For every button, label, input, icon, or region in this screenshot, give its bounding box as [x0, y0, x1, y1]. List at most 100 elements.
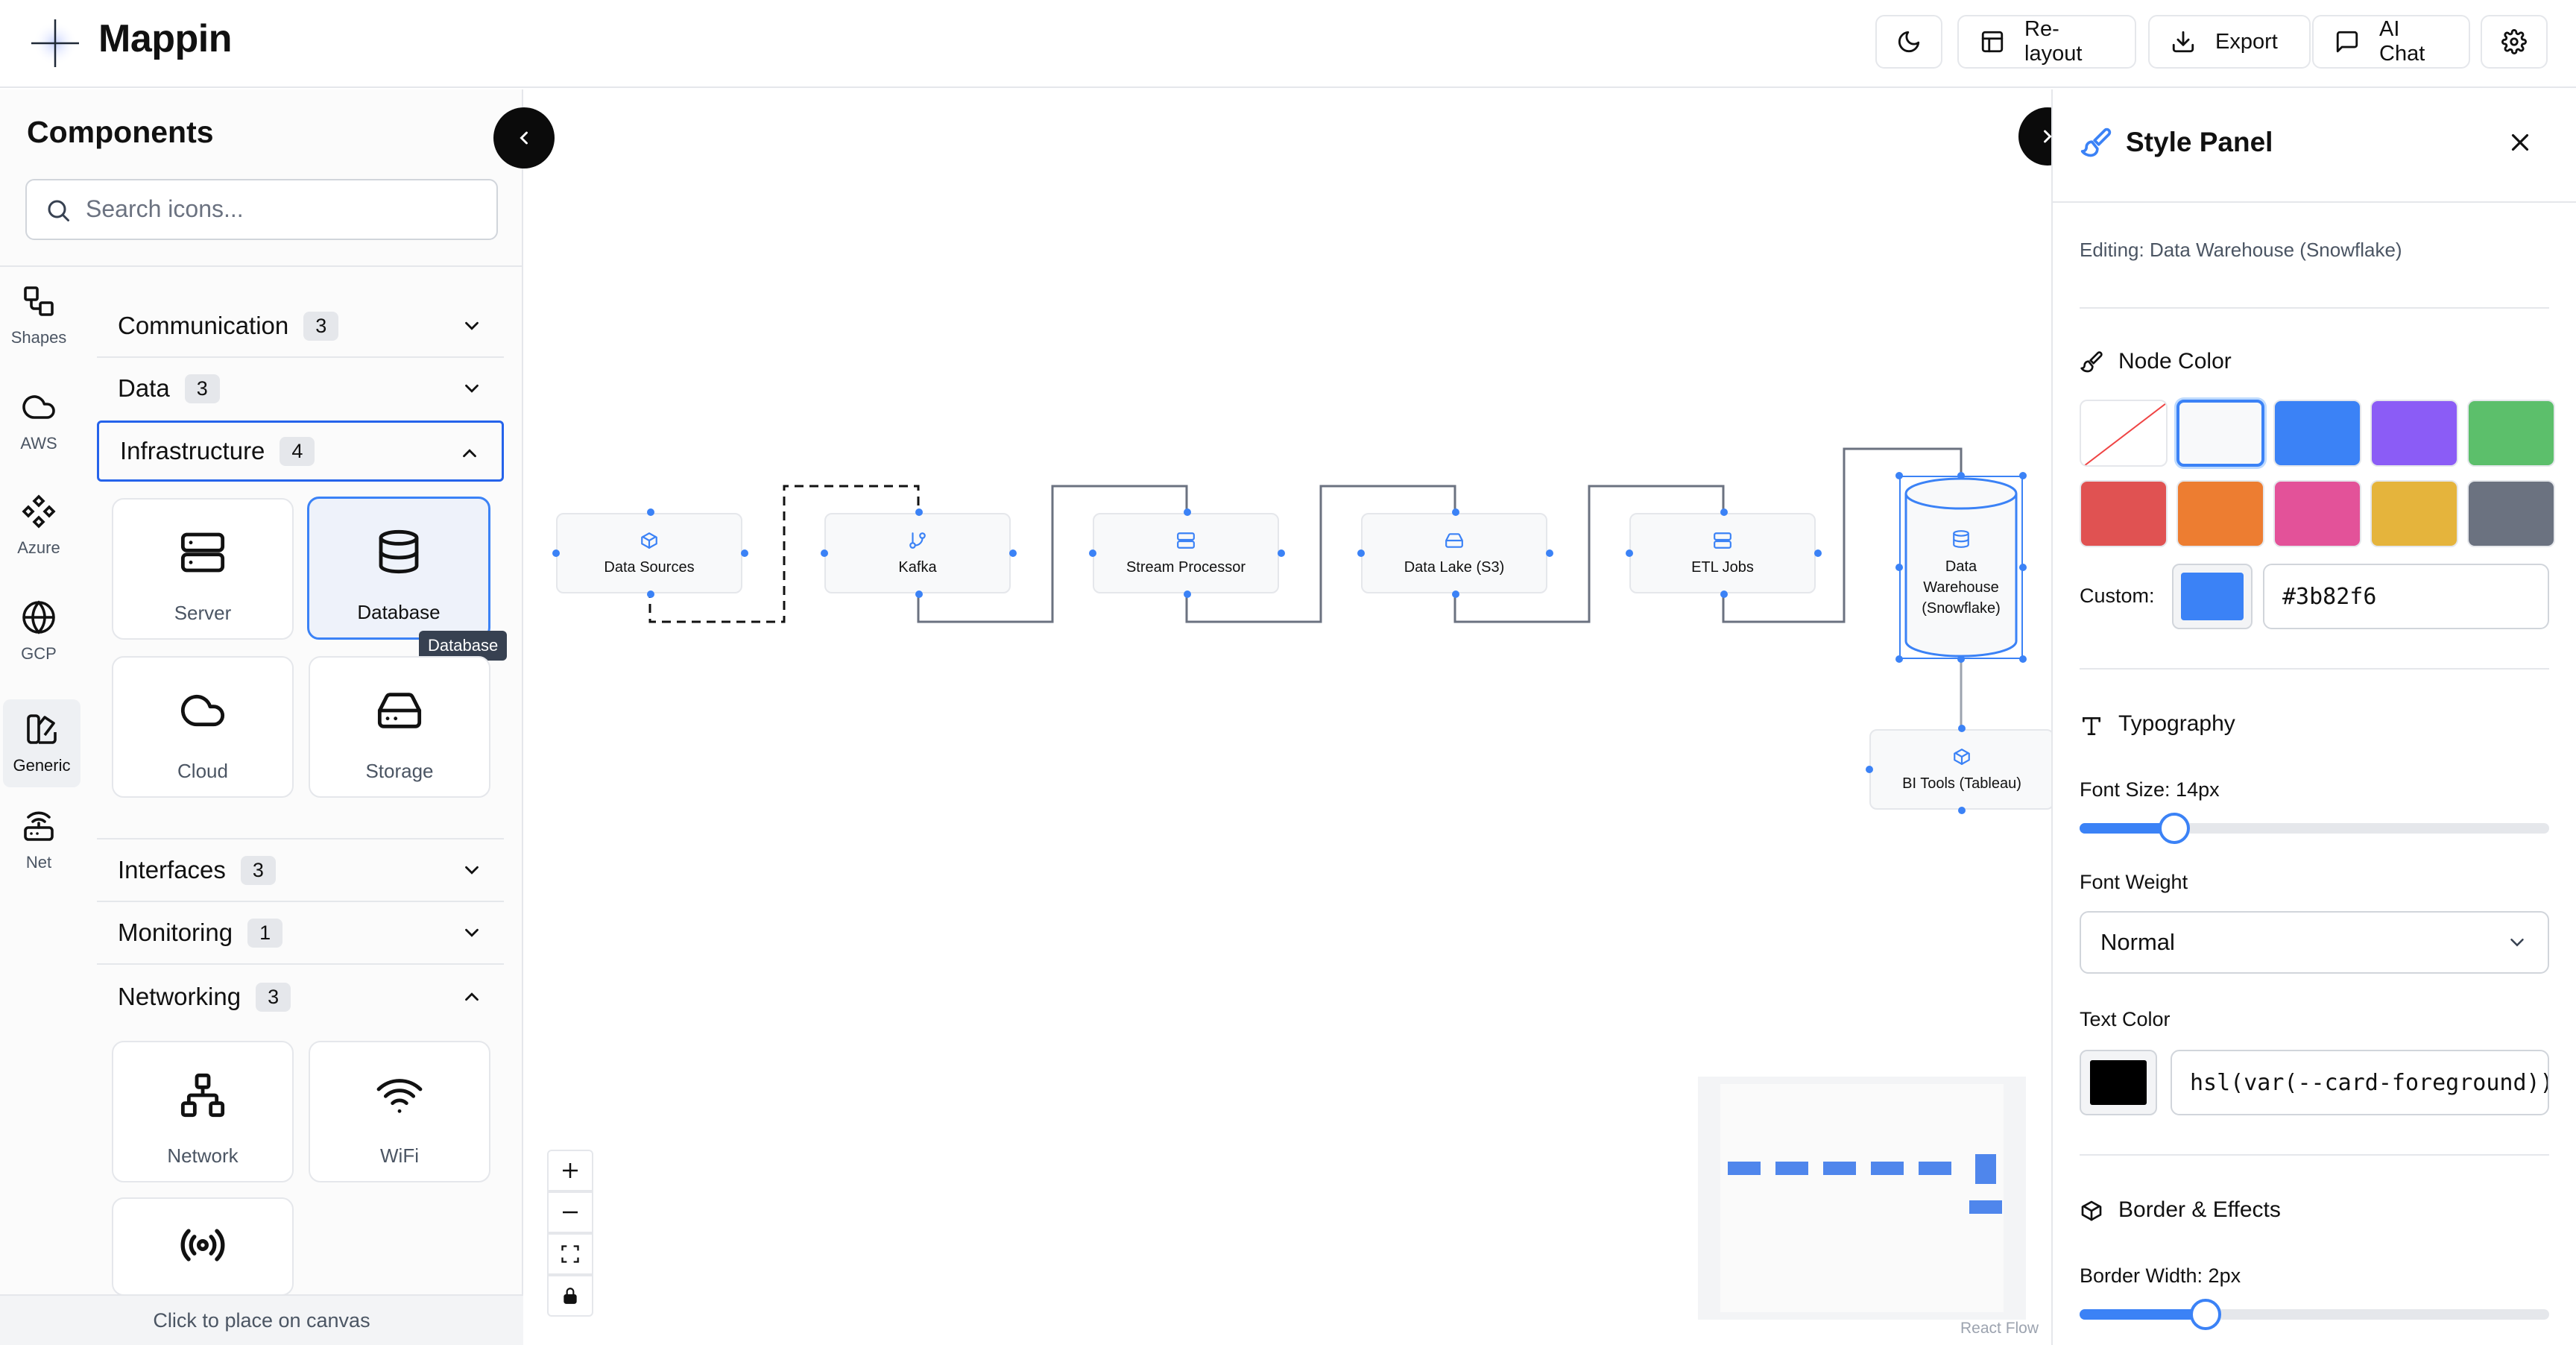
handle[interactable]	[1452, 590, 1459, 598]
category-networking[interactable]: Networking 3	[97, 966, 504, 1027]
rail-item-shapes[interactable]: Shapes	[0, 283, 78, 347]
node-data-warehouse[interactable]: Data Warehouse (Snowflake)	[1908, 522, 2014, 626]
category-monitoring[interactable]: Monitoring 1	[97, 902, 504, 963]
handle[interactable]	[552, 549, 560, 557]
category-communication[interactable]: Communication 3	[97, 295, 504, 356]
rail-item-gcp[interactable]: GCP	[0, 599, 78, 664]
tile-wifi[interactable]: WiFi	[309, 1041, 490, 1182]
handle[interactable]	[2019, 564, 2027, 571]
handle[interactable]	[1357, 549, 1365, 557]
rail-item-generic[interactable]: Generic	[3, 699, 80, 787]
zoom-out-button[interactable]	[547, 1191, 593, 1233]
handle[interactable]	[1958, 807, 1966, 814]
tile-storage[interactable]: Storage	[309, 656, 490, 798]
tile-label: Server	[174, 602, 232, 624]
tile-label: WiFi	[380, 1144, 419, 1167]
fit-view-button[interactable]	[547, 1233, 593, 1275]
handle[interactable]	[1814, 549, 1822, 557]
handle[interactable]	[647, 590, 654, 598]
react-flow-attribution[interactable]: React Flow	[1960, 1320, 2039, 1338]
handle[interactable]	[1089, 549, 1096, 557]
handle[interactable]	[1546, 549, 1553, 557]
resize-handle[interactable]	[1895, 472, 1903, 479]
settings-button[interactable]	[2481, 15, 2548, 69]
node-etl-jobs[interactable]: ETL Jobs	[1629, 513, 1816, 593]
category-data[interactable]: Data 3	[97, 358, 504, 419]
relayout-button[interactable]: Re-layout	[1957, 15, 2136, 69]
swatch-blue[interactable]	[2273, 400, 2361, 467]
handle[interactable]	[1720, 508, 1728, 516]
tile-cloud[interactable]: Cloud	[112, 656, 294, 798]
category-name: Interfaces	[118, 856, 226, 883]
handle[interactable]	[1958, 725, 1966, 732]
app-title: Mappin	[98, 17, 232, 60]
plus-icon	[559, 1159, 581, 1182]
category-count-badge: 3	[240, 855, 276, 885]
category-name: Networking	[118, 983, 242, 1010]
category-interfaces[interactable]: Interfaces 3	[97, 840, 504, 901]
font-weight-select[interactable]: Normal	[2080, 911, 2549, 974]
ai-chat-button[interactable]: AI Chat	[2312, 15, 2470, 69]
border-width-slider[interactable]	[2080, 1309, 2549, 1320]
tile-server[interactable]: Server	[112, 498, 294, 640]
gear-icon	[2501, 29, 2527, 54]
swatch-gray[interactable]	[2467, 480, 2555, 547]
rail-item-azure[interactable]: Azure	[0, 494, 78, 558]
handle[interactable]	[647, 508, 654, 516]
minimap[interactable]	[1698, 1077, 2026, 1320]
chevron-down-icon	[461, 377, 483, 400]
swatch-purple[interactable]	[2370, 400, 2458, 467]
resize-handle[interactable]	[1895, 655, 1903, 663]
chevron-down-icon	[461, 315, 483, 337]
node-bi-tools[interactable]: BI Tools (Tableau)	[1869, 729, 2054, 810]
handle[interactable]	[1452, 508, 1459, 516]
node-data-lake[interactable]: Data Lake (S3)	[1361, 513, 1547, 593]
handle[interactable]	[821, 549, 828, 557]
border-width-slider-thumb[interactable]	[2190, 1299, 2221, 1330]
node-stream-processor[interactable]: Stream Processor	[1093, 513, 1279, 593]
swatch-yellow[interactable]	[2370, 480, 2458, 547]
swatch-red[interactable]	[2080, 480, 2168, 547]
theme-toggle-button[interactable]	[1875, 15, 1942, 69]
swatch-pink[interactable]	[2273, 480, 2361, 547]
font-size-slider[interactable]	[2080, 823, 2549, 834]
cloud-icon	[179, 687, 227, 734]
zoom-in-button[interactable]	[547, 1150, 593, 1191]
text-color-input[interactable]: hsl(var(--card-foreground))	[2171, 1050, 2549, 1115]
resize-handle[interactable]	[2019, 655, 2027, 663]
close-panel-button[interactable]	[2506, 128, 2534, 157]
handle[interactable]	[1720, 590, 1728, 598]
handle[interactable]	[1184, 590, 1191, 598]
collapse-sidebar-button[interactable]	[493, 107, 555, 168]
handle[interactable]	[1957, 472, 1965, 479]
handle[interactable]	[1957, 655, 1965, 663]
tile-network[interactable]: Network	[112, 1041, 294, 1182]
handle[interactable]	[741, 549, 748, 557]
handle[interactable]	[915, 590, 923, 598]
text-color-picker[interactable]	[2080, 1050, 2157, 1115]
custom-color-picker[interactable]	[2172, 564, 2253, 629]
rail-item-net[interactable]: Net	[0, 808, 78, 872]
lock-button[interactable]	[547, 1275, 593, 1317]
tile-database[interactable]: Database	[307, 497, 490, 640]
swatch-green[interactable]	[2467, 400, 2555, 467]
handle[interactable]	[1626, 549, 1633, 557]
handle[interactable]	[1895, 564, 1903, 571]
handle[interactable]	[1866, 766, 1873, 773]
node-data-sources[interactable]: Data Sources	[556, 513, 742, 593]
font-size-slider-thumb[interactable]	[2159, 813, 2190, 844]
swatch-light[interactable]	[2176, 400, 2264, 467]
swatch-none[interactable]	[2080, 400, 2168, 467]
handle[interactable]	[1009, 549, 1017, 557]
custom-color-input[interactable]: #3b82f6	[2263, 564, 2549, 629]
handle[interactable]	[915, 508, 923, 516]
tile-radio[interactable]	[112, 1197, 294, 1296]
category-infrastructure[interactable]: Infrastructure 4	[97, 420, 504, 482]
node-kafka[interactable]: Kafka	[824, 513, 1011, 593]
rail-item-aws[interactable]: AWS	[0, 389, 78, 453]
resize-handle[interactable]	[2019, 472, 2027, 479]
handle[interactable]	[1278, 549, 1285, 557]
export-button[interactable]: Export	[2148, 15, 2311, 69]
handle[interactable]	[1184, 508, 1191, 516]
swatch-orange[interactable]	[2176, 480, 2264, 547]
